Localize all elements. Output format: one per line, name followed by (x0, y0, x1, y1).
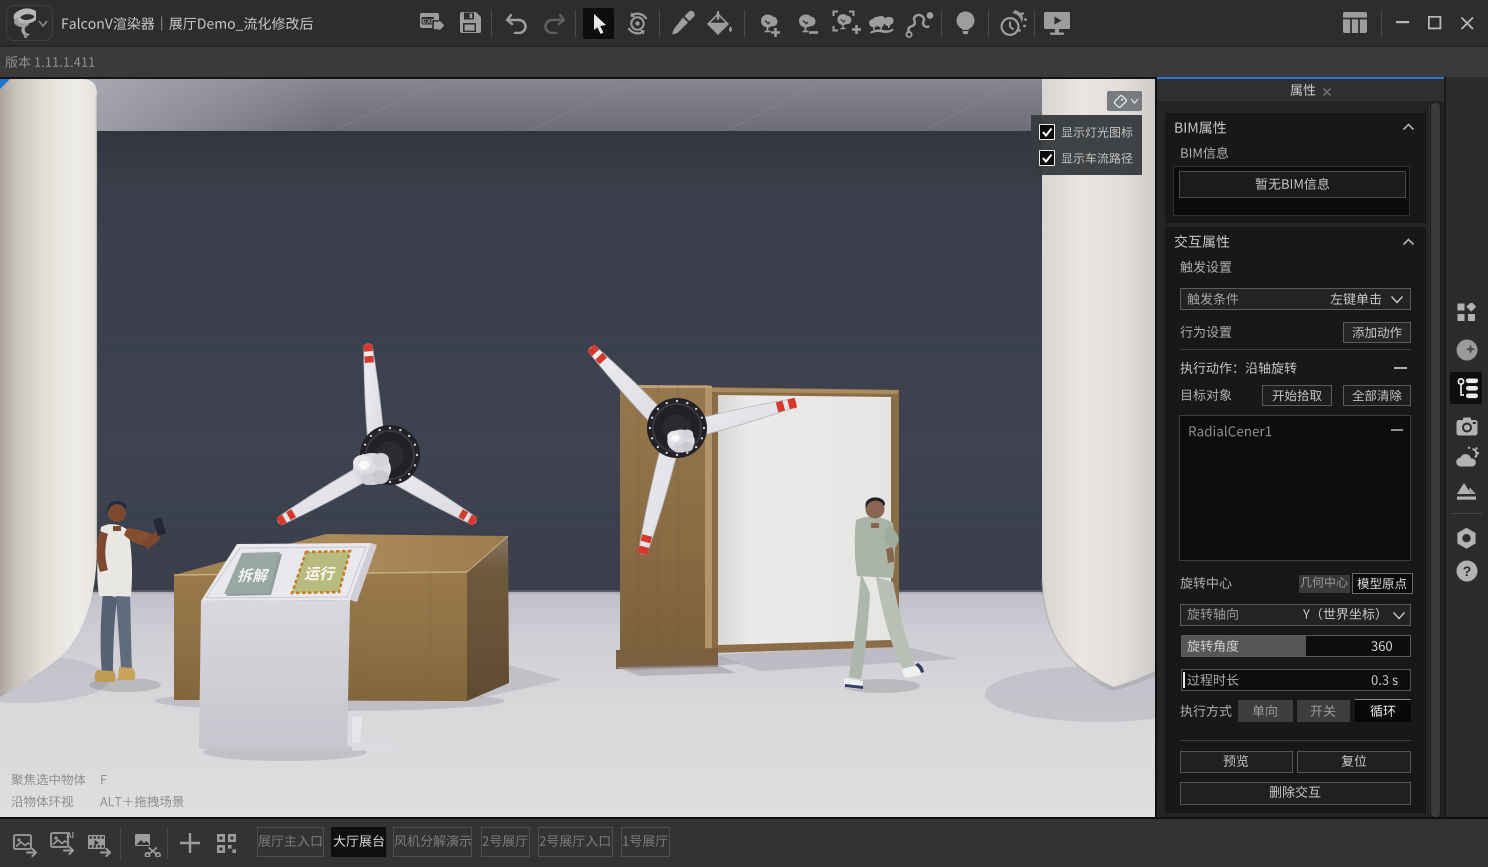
svg-text:AI: AI (66, 831, 74, 840)
svg-text:?: ? (1463, 563, 1472, 579)
